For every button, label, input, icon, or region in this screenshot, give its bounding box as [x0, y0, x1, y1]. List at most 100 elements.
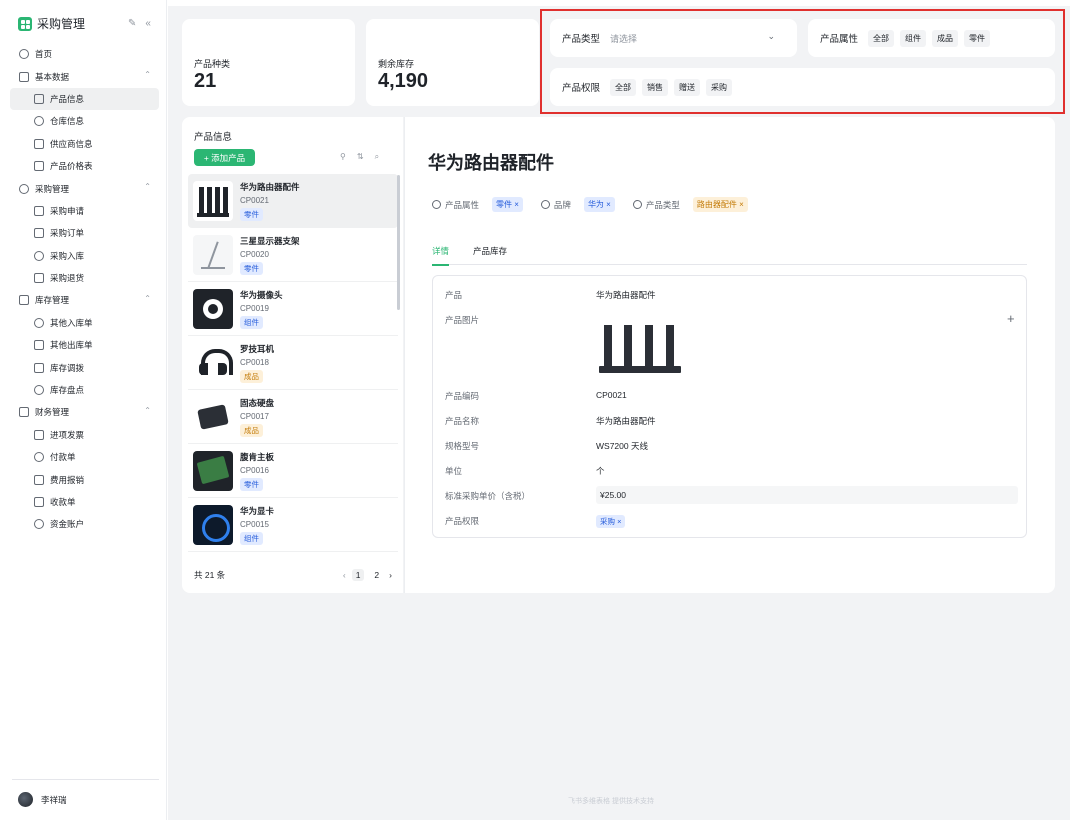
sidebar-item[interactable]: 收款单 — [10, 491, 159, 513]
add-product-button[interactable]: + 添加产品 — [194, 149, 255, 166]
field-name: 产品名称 华为路由器配件 — [445, 415, 1018, 427]
product-thumbnail — [193, 288, 233, 329]
field-key: 产品图片 — [445, 315, 480, 325]
product-code: CP0019 — [240, 303, 269, 313]
product-tag: 组件 — [240, 315, 263, 329]
sidebar-item[interactable]: 其他出库单 — [10, 334, 159, 356]
attr-tag-brand[interactable]: 华为 × — [583, 197, 615, 212]
sidebar-item[interactable]: 仓库信息 — [10, 110, 159, 132]
sidebar-item[interactable]: 财务管理 ⌃ — [10, 401, 159, 423]
add-image-icon[interactable]: + — [1007, 311, 1015, 326]
field-key: 产品权限 — [445, 516, 480, 526]
list-item[interactable]: 罗技耳机 CP0018 成品 — [188, 336, 398, 390]
page-1[interactable]: 1 — [351, 569, 365, 581]
filter-icon[interactable]: ⚲ — [340, 152, 346, 162]
product-tag: 成品 — [240, 423, 263, 437]
list-item[interactable]: 华为显卡 CP0015 组件 — [188, 498, 398, 552]
stat-label: 剩余库存 — [378, 59, 415, 69]
product-code: CP0018 — [240, 357, 269, 367]
product-image[interactable] — [596, 314, 684, 376]
list-tools: ⚲ ⇅ ⌕ — [340, 152, 379, 162]
next-page-icon[interactable]: › — [389, 570, 392, 580]
sort-icon[interactable]: ⇅ — [357, 152, 364, 162]
product-thumbnail — [193, 396, 233, 437]
sidebar-item[interactable]: 其他入库单 — [10, 312, 159, 334]
user-profile[interactable]: 李祥瑞 — [18, 792, 67, 807]
sidebar-item-label: 库存调拨 — [50, 362, 85, 373]
doc-in-icon — [34, 317, 44, 328]
calendar-icon — [34, 228, 44, 239]
sidebar-item[interactable]: 费用报销 — [10, 468, 159, 490]
sidebar-item[interactable]: 库存调拨 — [10, 356, 159, 378]
perm-tag[interactable]: 采购 × — [596, 515, 626, 528]
sidebar-item[interactable]: 进项发票 — [10, 424, 159, 446]
sidebar-item-label: 采购退货 — [50, 273, 85, 284]
field-value: WS7200 天线 — [596, 441, 648, 451]
stat-label: 产品种类 — [194, 59, 231, 69]
search-icon[interactable]: ⌕ — [375, 152, 379, 162]
product-thumbnail — [193, 180, 233, 221]
globe-icon — [34, 93, 44, 104]
attr-tag-property[interactable]: 零件 × — [492, 197, 523, 212]
chevron-up-icon[interactable]: ⌃ — [144, 406, 151, 415]
sidebar-item[interactable]: 供应商信息 — [10, 133, 159, 155]
product-thumbnail — [193, 234, 233, 275]
sidebar: 采购管理 ✎ « 首页 基本数据 ⌃ 产品信息 仓库信息 供应商信息 产品价格表 采购管理 ⌃ 采… — [0, 0, 167, 820]
attr-label: 品牌 — [553, 199, 571, 210]
sidebar-item[interactable]: 库存管理 ⌃ — [10, 289, 159, 311]
sidebar-item[interactable]: 采购申请 — [10, 200, 159, 222]
sidebar-item[interactable]: 产品信息 — [10, 87, 159, 111]
list-item[interactable]: 华为路由器配件 CP0021 零件 — [188, 174, 398, 228]
stat-card-remaining-stock: 剩余库存 4,190 — [366, 19, 539, 106]
product-tag: 成品 — [240, 369, 263, 383]
product-thumbnail — [193, 450, 233, 491]
inbox-icon — [34, 250, 44, 261]
field-value[interactable]: ¥25.00 — [596, 486, 1018, 504]
edit-icon[interactable]: ✎ — [128, 18, 136, 29]
field-image: 产品图片 — [445, 314, 1018, 326]
chevron-up-icon[interactable]: ⌃ — [144, 70, 151, 79]
barcode-icon — [34, 429, 44, 440]
attribute-row: 产品属性 零件 × 品牌 华为 × 产品类型 路由器配件 × — [432, 197, 766, 212]
chart-icon — [34, 452, 44, 463]
sidebar-item[interactable]: 基本数据 ⌃ — [10, 65, 159, 87]
sidebar-item[interactable]: 采购退货 — [10, 267, 159, 289]
bar-chart-icon — [34, 519, 44, 530]
chevron-up-icon[interactable]: ⌃ — [144, 294, 151, 303]
product-thumbnail — [193, 504, 233, 545]
sidebar-item[interactable]: 采购订单 — [10, 222, 159, 244]
sidebar-item[interactable]: 采购入库 — [10, 245, 159, 267]
attr-property-icon — [432, 200, 441, 209]
list-item[interactable]: 腹肯主板 CP0016 零件 — [188, 444, 398, 498]
sidebar-item[interactable]: 采购管理 ⌃ — [10, 177, 159, 199]
tab-details[interactable]: 详情 — [432, 245, 450, 266]
list-item[interactable]: 三星显示器支架 CP0020 零件 — [188, 228, 398, 282]
tab-product-stock[interactable]: 产品库存 — [473, 245, 507, 265]
sidebar-item-label: 费用报销 — [50, 474, 85, 485]
page-2[interactable]: 2 — [370, 569, 383, 581]
sidebar-item-label: 库存管理 — [35, 295, 70, 306]
sidebar-item[interactable]: 产品价格表 — [10, 155, 159, 177]
product-list-title: 产品信息 — [194, 132, 233, 143]
list-scrollbar[interactable] — [397, 175, 400, 310]
attr-brand-icon — [540, 200, 550, 209]
collapse-icon[interactable]: « — [145, 18, 151, 29]
sidebar-nav: 首页 基本数据 ⌃ 产品信息 仓库信息 供应商信息 产品价格表 采购管理 ⌃ 采购申请 采购订单 采购… — [10, 43, 159, 536]
attr-tag-type[interactable]: 路由器配件 × — [692, 197, 748, 212]
chevron-up-icon[interactable]: ⌃ — [144, 182, 151, 191]
field-code: 产品编码 CP0021 — [445, 390, 1018, 402]
sidebar-item[interactable]: 库存盘点 — [10, 379, 159, 401]
list-item[interactable]: 华为摄像头 CP0019 组件 — [188, 282, 398, 336]
sidebar-item-label: 资金账户 — [50, 519, 85, 530]
field-value: 华为路由器配件 — [596, 290, 656, 300]
sidebar-item[interactable]: 首页 — [10, 43, 159, 65]
sidebar-item-label: 付款单 — [50, 452, 76, 463]
prev-page-icon[interactable]: ‹ — [343, 570, 346, 580]
product-name: 华为显卡 — [240, 505, 275, 516]
list-item[interactable]: 固态硬盘 CP0017 成品 — [188, 390, 398, 444]
field-key: 规格型号 — [445, 441, 480, 451]
sidebar-item[interactable]: 付款单 — [10, 446, 159, 468]
sidebar-item[interactable]: 资金账户 — [10, 513, 159, 535]
user-name: 李祥瑞 — [41, 794, 67, 805]
list-footer: 共 21 条 ‹ 1 2 › — [194, 569, 392, 581]
